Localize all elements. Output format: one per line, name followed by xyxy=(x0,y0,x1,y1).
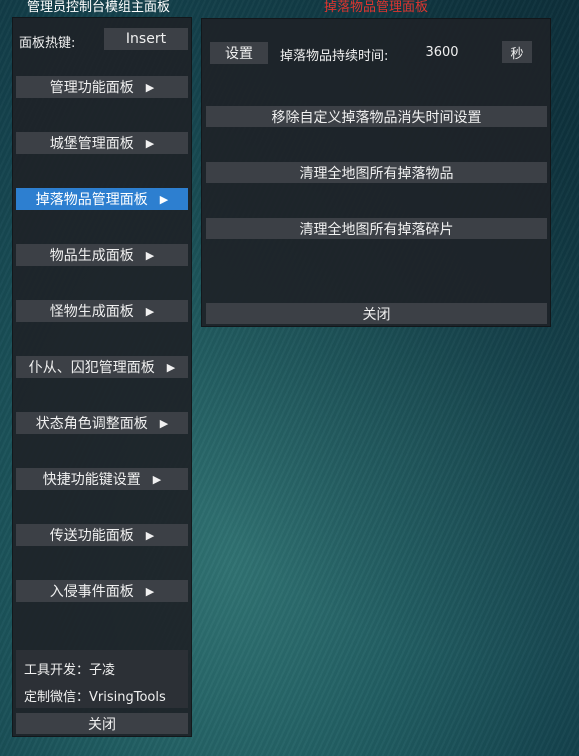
arrow-right-icon: ▶ xyxy=(145,80,155,94)
menu-item-drop-management[interactable]: 掉落物品管理面板 ▶ xyxy=(16,188,188,210)
menu-item-label: 状态角色调整面板 xyxy=(35,416,148,432)
menu-item-label: 仆从、囚犯管理面板 xyxy=(28,360,155,376)
drop-panel-title: 掉落物品管理面板 xyxy=(324,0,429,15)
clear-dropped-fragments-button[interactable]: 清理全地图所有掉落碎片 xyxy=(206,218,547,239)
remove-custom-time-button[interactable]: 移除自定义掉落物品消失时间设置 xyxy=(206,106,547,127)
menu-item-monster-spawn[interactable]: 怪物生成面板 ▶ xyxy=(16,300,188,322)
main-panel-title: 管理员控制台模组主面板 xyxy=(27,0,171,15)
arrow-right-icon: ▶ xyxy=(145,248,155,262)
duration-unit: 秒 xyxy=(502,41,532,63)
arrow-right-icon: ▶ xyxy=(152,472,162,486)
arrow-right-icon: ▶ xyxy=(159,416,169,430)
duration-input[interactable]: 3600 xyxy=(402,41,482,63)
menu-item-label: 怪物生成面板 xyxy=(49,304,134,320)
menu-item-teleport[interactable]: 传送功能面板 ▶ xyxy=(16,524,188,546)
drop-management-panel: 设置 掉落物品持续时间: 3600 秒 移除自定义掉落物品消失时间设置 清理全地… xyxy=(201,18,551,327)
menu-item-label: 掉落物品管理面板 xyxy=(35,192,148,208)
menu-item-castle-management[interactable]: 城堡管理面板 ▶ xyxy=(16,132,188,154)
hotkey-input[interactable]: Insert xyxy=(104,28,188,50)
wechat-contact: 定制微信：VrisingTools xyxy=(24,690,166,705)
arrow-right-icon: ▶ xyxy=(159,192,169,206)
menu-item-label: 快捷功能键设置 xyxy=(42,472,141,488)
menu-item-admin-functions[interactable]: 管理功能面板 ▶ xyxy=(16,76,188,98)
duration-label: 掉落物品持续时间: xyxy=(280,49,389,64)
arrow-right-icon: ▶ xyxy=(145,304,155,318)
drop-panel-close-button[interactable]: 关闭 xyxy=(206,303,547,324)
hotkey-label: 面板热键: xyxy=(19,36,76,51)
menu-item-status-character[interactable]: 状态角色调整面板 ▶ xyxy=(16,412,188,434)
main-panel: 面板热键: Insert 管理功能面板 ▶ 城堡管理面板 ▶ 掉落物品管理面板 ▶ 物… xyxy=(12,17,192,737)
arrow-right-icon: ▶ xyxy=(145,528,155,542)
arrow-right-icon: ▶ xyxy=(166,360,176,374)
menu-item-hotkey-settings[interactable]: 快捷功能键设置 ▶ xyxy=(16,468,188,490)
menu-item-label: 入侵事件面板 xyxy=(49,584,134,600)
menu-item-item-spawn[interactable]: 物品生成面板 ▶ xyxy=(16,244,188,266)
menu-item-invasion-events[interactable]: 入侵事件面板 ▶ xyxy=(16,580,188,602)
menu-item-label: 城堡管理面板 xyxy=(49,136,134,152)
set-duration-button[interactable]: 设置 xyxy=(210,42,268,64)
developer-credit: 工具开发：子凌 xyxy=(24,663,116,678)
clear-dropped-items-button[interactable]: 清理全地图所有掉落物品 xyxy=(206,162,547,183)
menu-item-label: 物品生成面板 xyxy=(49,248,134,264)
menu-item-label: 管理功能面板 xyxy=(49,80,134,96)
main-close-button[interactable]: 关闭 xyxy=(16,713,188,734)
menu-item-servant-prisoner[interactable]: 仆从、囚犯管理面板 ▶ xyxy=(16,356,188,378)
arrow-right-icon: ▶ xyxy=(145,136,155,150)
menu-item-label: 传送功能面板 xyxy=(49,528,134,544)
credits-box: 工具开发：子凌 定制微信：VrisingTools xyxy=(16,650,188,708)
arrow-right-icon: ▶ xyxy=(145,584,155,598)
